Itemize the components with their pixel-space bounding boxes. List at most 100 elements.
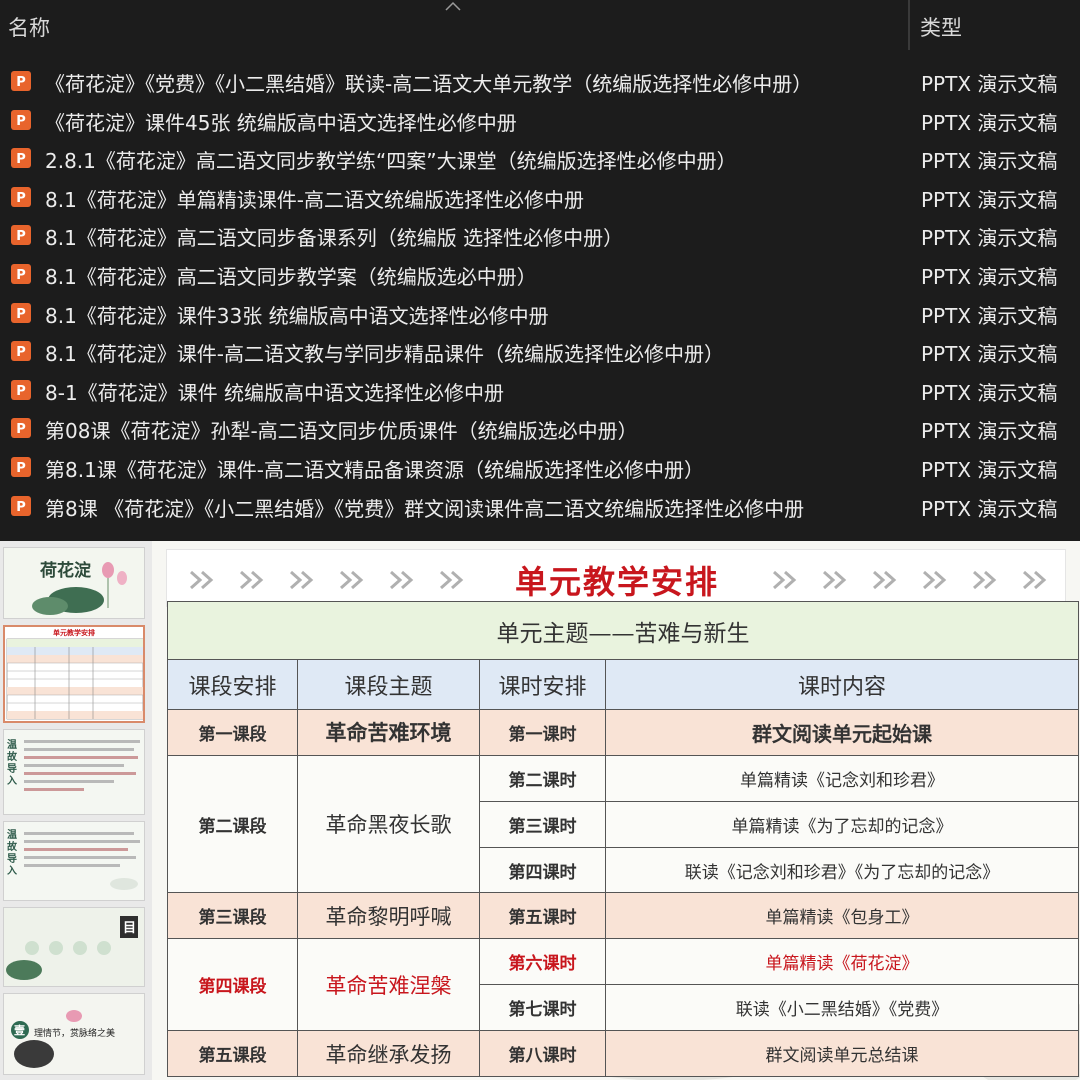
hour-cell: 第五课时	[479, 892, 606, 940]
file-name: 《荷花淀》课件45张 统编版高中语文选择性必修中册	[45, 110, 517, 135]
pptx-file-icon: P	[11, 186, 31, 207]
file-row[interactable]: P 第8.1课《荷花淀》课件-高二语文精品备课资源（统编版选择性必修中册） PP…	[0, 448, 1080, 487]
file-name: 8.1《荷花淀》单篇精读课件-高二语文统编版选择性必修中册	[45, 187, 585, 212]
file-row[interactable]: P 《荷花淀》课件45张 统编版高中语文选择性必修中册 PPTX 演示文稿	[0, 101, 1080, 140]
file-name: 第8.1课《荷花淀》课件-高二语文精品备课资源（统编版选择性必修中册）	[45, 457, 705, 482]
pptx-file-icon: P	[11, 379, 31, 400]
segment-theme-cell: 革命继承发扬	[297, 1030, 480, 1077]
table-row: 第三课段 革命黎明呼喊 第五课时 单篇精读《包身工》	[167, 892, 1079, 940]
svg-text:P: P	[16, 384, 26, 399]
file-row[interactable]: P 《荷花淀》《党费》《小二黑结婚》联读-高二语文大单元教学（统编版选择性必修中…	[0, 62, 1080, 101]
thumbnail-mark: 目	[123, 921, 137, 936]
column-header-type[interactable]: 类型	[920, 12, 962, 42]
file-type: PPTX 演示文稿	[921, 226, 1058, 251]
table-row: 第四课段 革命苦难涅槃 第六课时 单篇精读《荷花淀》	[167, 938, 1079, 1032]
svg-text:P: P	[16, 114, 26, 129]
pptx-file-icon: P	[11, 71, 31, 91]
slide-thumbnail-3[interactable]: 温故导入	[3, 729, 145, 815]
file-row[interactable]: P 第08课《荷花淀》孙犁-高二语文同步优质课件（统编版选必中册） PPTX 演…	[0, 409, 1080, 448]
table-row: 第一课段 革命苦难环境 第一课时 群文阅读单元起始课	[167, 709, 1079, 756]
thumbnail-side-label: 温故导入	[7, 830, 17, 877]
pptx-file-icon: P	[11, 302, 31, 323]
header-segment-theme: 课段主题	[297, 659, 480, 711]
thumbnail-side-label: 温故导入	[7, 740, 17, 787]
hour-cell: 第六课时	[479, 938, 606, 986]
pptx-file-icon: P	[11, 341, 31, 362]
slide-thumbnail-panel: 荷花淀 单元教学安排 温故导入 温故导入 目 壹 理情节，赏脉络之美	[0, 541, 152, 1080]
table-row: 第五课段 革命继承发扬 第八课时 群文阅读单元总结课	[167, 1030, 1079, 1077]
hour-cell: 第二课时	[479, 754, 606, 802]
svg-text:P: P	[16, 345, 26, 360]
file-type: PPTX 演示文稿	[921, 149, 1058, 174]
pptx-file-icon: P	[11, 418, 31, 439]
file-row[interactable]: P 8.1《荷花淀》课件-高二语文教与学同步精品课件（统编版选择性必修中册） P…	[0, 332, 1080, 371]
svg-text:P: P	[16, 191, 26, 206]
file-type: PPTX 演示文稿	[921, 419, 1058, 444]
svg-text:P: P	[16, 461, 26, 476]
file-row[interactable]: P 8.1《荷花淀》课件33张 统编版高中语文选择性必修中册 PPTX 演示文稿	[0, 294, 1080, 333]
text-lines-icon	[24, 740, 140, 791]
file-row[interactable]: P 2.8.1《荷花淀》高二语文同步教学练“四案”大课堂（统编版选择性必修中册）…	[0, 139, 1080, 178]
thumbnail-title: 荷花淀	[40, 561, 91, 581]
svg-text:P: P	[16, 307, 26, 322]
file-type: PPTX 演示文稿	[921, 72, 1058, 96]
content-cell: 联读《小二黑结婚》《党费》	[605, 984, 1079, 1032]
segment-theme-cell: 革命苦难涅槃	[297, 938, 480, 1032]
header-hour: 课时安排	[479, 659, 606, 711]
title-banner: 单元教学安排	[166, 549, 1066, 607]
svg-text:P: P	[16, 268, 26, 283]
segment-theme-cell: 革命苦难环境	[297, 709, 480, 756]
column-header-name[interactable]: 名称	[8, 12, 50, 42]
unit-theme-cell: 单元主题——苦难与新生	[167, 600, 1079, 661]
hour-cell: 第一课时	[479, 709, 606, 756]
hour-cell: 第八课时	[479, 1030, 606, 1077]
slide-thumbnail-6[interactable]: 壹 理情节，赏脉络之美	[3, 993, 145, 1075]
hour-cell: 第三课时	[479, 800, 606, 848]
segment-theme-cell: 革命黎明呼喊	[297, 892, 480, 940]
file-row[interactable]: P 第8课 《荷花淀》《小二黑结婚》《党费》群文阅读课件高二语文统编版选择性必修…	[0, 487, 1080, 526]
slide-thumbnail-5[interactable]: 目	[3, 907, 145, 987]
file-name: 8.1《荷花淀》高二语文同步教学案（统编版选必中册）	[45, 264, 537, 289]
pptx-file-icon: P	[11, 225, 31, 246]
table-preview-icon	[6, 638, 143, 720]
file-name: 8.1《荷花淀》高二语文同步备课系列（统编版 选择性必修中册）	[45, 226, 624, 251]
unit-plan-table[interactable]: 单元主题——苦难与新生 课段安排 课段主题 课时安排 课时内容 第一课段 革命苦…	[167, 600, 1079, 1077]
file-row[interactable]: P 8.1《荷花淀》高二语文同步教学案（统编版选必中册） PPTX 演示文稿	[0, 255, 1080, 294]
svg-text:P: P	[16, 229, 26, 244]
slide-thumbnail-2[interactable]: 单元教学安排	[3, 625, 145, 723]
hour-cell: 第七课时	[479, 984, 606, 1032]
file-row[interactable]: P 8.1《荷花淀》单篇精读课件-高二语文统编版选择性必修中册 PPTX 演示文…	[0, 178, 1080, 217]
segment-theme-cell: 革命黑夜长歌	[297, 754, 480, 894]
header-segment: 课段安排	[167, 659, 298, 711]
segment-cell: 第三课段	[167, 892, 298, 940]
pptx-file-icon: P	[11, 456, 31, 477]
sort-ascending-icon	[445, 1, 461, 11]
content-cell: 单篇精读《包身工》	[605, 892, 1079, 940]
content-cell: 单篇精读《荷花淀》	[605, 938, 1079, 986]
content-cell: 群文阅读单元总结课	[605, 1030, 1079, 1077]
file-row[interactable]: P 8-1《荷花淀》课件 统编版高中语文选择性必修中册 PPTX 演示文稿	[0, 371, 1080, 410]
file-type: PPTX 演示文稿	[921, 187, 1058, 212]
slide-thumbnail-1[interactable]: 荷花淀	[3, 547, 145, 619]
file-row[interactable]: P 8.1《荷花淀》高二语文同步备课系列（统编版 选择性必修中册） PPTX 演…	[0, 216, 1080, 255]
slide-thumbnail-4[interactable]: 温故导入	[3, 821, 145, 901]
column-header-bar: 名称 类型	[0, 0, 1080, 50]
content-cell: 联读《记念刘和珍君》《为了忘却的记念》	[605, 846, 1079, 894]
header-content: 课时内容	[605, 659, 1079, 711]
column-divider[interactable]	[908, 0, 910, 50]
content-cell: 单篇精读《记念刘和珍君》	[605, 754, 1079, 802]
file-name: 8-1《荷花淀》课件 统编版高中语文选择性必修中册	[45, 380, 505, 405]
pptx-file-icon: P	[11, 263, 31, 284]
hour-cell: 第四课时	[479, 846, 606, 894]
content-cell: 群文阅读单元起始课	[605, 709, 1079, 756]
svg-text:P: P	[16, 75, 26, 90]
segment-cell: 第二课段	[167, 754, 298, 894]
file-type: PPTX 演示文稿	[921, 303, 1058, 328]
file-name: 第08课《荷花淀》孙犁-高二语文同步优质课件（统编版选必中册）	[45, 419, 638, 444]
file-type: PPTX 演示文稿	[921, 496, 1058, 521]
file-name: 第8课 《荷花淀》《小二黑结婚》《党费》群文阅读课件高二语文统编版选择性必修中册	[45, 496, 805, 521]
file-explorer: 名称 类型 P 《荷花淀》《党费》《小二黑结婚》联读-高二语文大单元教学（统编版…	[0, 0, 1080, 541]
segment-cell: 第四课段	[167, 938, 298, 1032]
slide-title: 单元教学安排	[514, 563, 719, 601]
file-type: PPTX 演示文稿	[921, 110, 1058, 135]
